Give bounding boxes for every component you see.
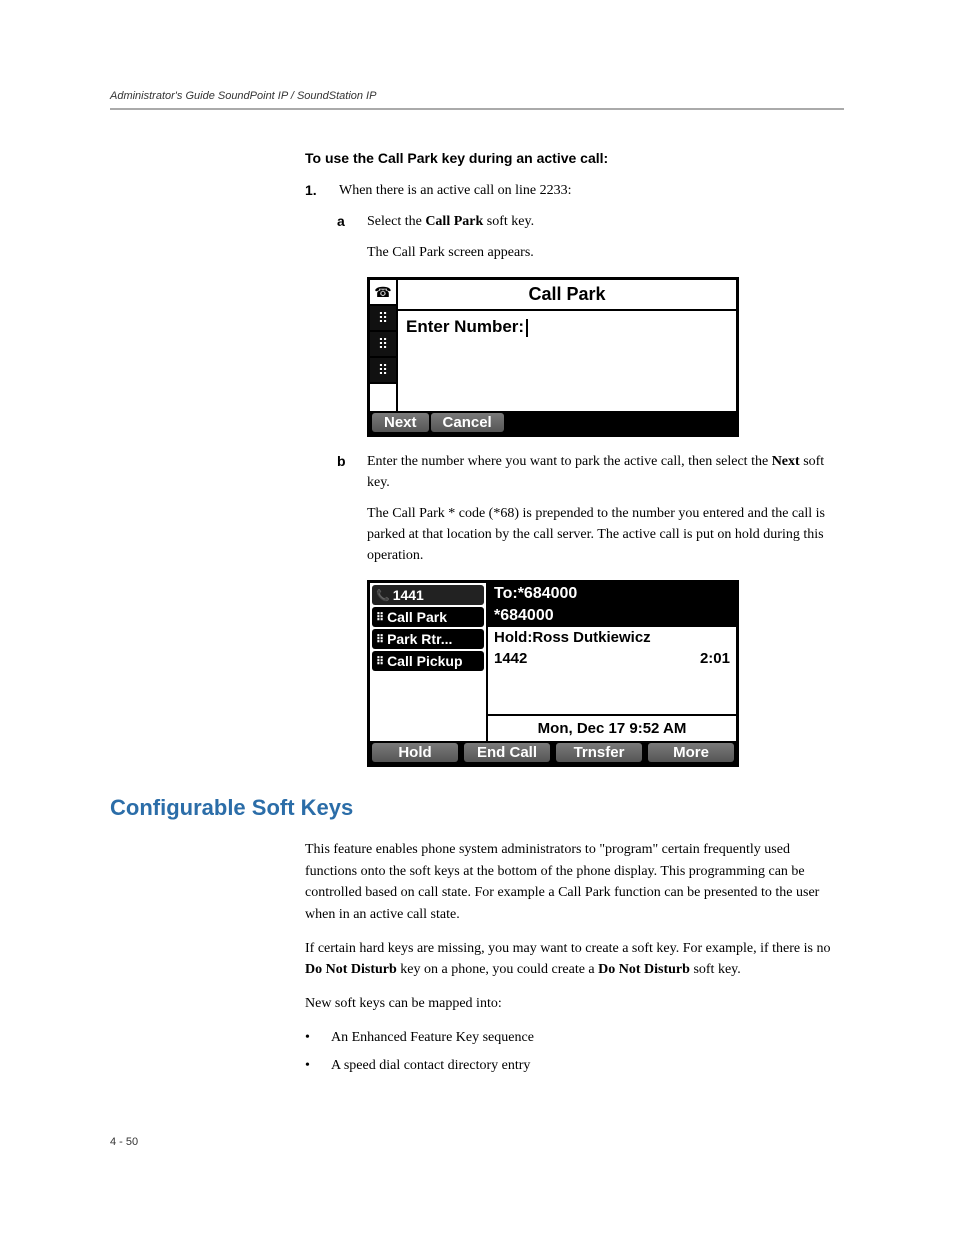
handset-icon: 📞	[376, 589, 390, 602]
key-icon: ⠿	[370, 332, 396, 358]
phone-line-sidebar: ☎ ⠿ ⠿ ⠿	[370, 280, 398, 411]
softkey-bar: Hold End Call Trnsfer More	[370, 741, 736, 764]
grid-icon: ⠿	[376, 655, 384, 668]
substep-a-followup: The Call Park screen appears.	[367, 242, 844, 263]
softkey-more[interactable]: More	[648, 743, 734, 762]
procedure-heading: To use the Call Park key during an activ…	[305, 150, 844, 166]
softkey-hold[interactable]: Hold	[372, 743, 458, 762]
call-to-line: To:*684000	[488, 583, 736, 605]
screen-title: Call Park	[398, 280, 736, 311]
paragraph: This feature enables phone system admini…	[305, 839, 844, 926]
paragraph: New soft keys can be mapped into:	[305, 993, 844, 1015]
substep-marker: b	[337, 451, 351, 493]
section-heading-configurable-soft-keys: Configurable Soft Keys	[110, 795, 844, 821]
text-cursor	[526, 319, 528, 337]
substep-body: Enter the number where you want to park …	[367, 451, 844, 493]
line-icon: ☎	[370, 280, 396, 306]
sidebar-filler	[370, 384, 396, 411]
bullet-item: • An Enhanced Feature Key sequence	[305, 1027, 844, 1049]
substep-marker: a	[337, 211, 351, 232]
extension: 1442	[494, 650, 527, 667]
feature-key-sidebar: 📞1441 ⠿Call Park ⠿Park Rtr... ⠿Call Pick…	[370, 583, 488, 741]
line-key-1441[interactable]: 📞1441	[372, 585, 484, 605]
datetime: Mon, Dec 17 9:52 AM	[488, 716, 736, 741]
step-marker: 1.	[305, 180, 323, 201]
softkey-next[interactable]: Next	[372, 413, 429, 432]
ext-duration-row: 1442 2:01	[488, 648, 736, 669]
phone-screen-active-call: 📞1441 ⠿Call Park ⠿Park Rtr... ⠿Call Pick…	[367, 580, 739, 767]
grid-icon: ⠿	[376, 633, 384, 646]
softkey-cancel[interactable]: Cancel	[431, 413, 504, 432]
softkey-bar: Next Cancel	[370, 411, 736, 434]
bullet-icon: •	[305, 1027, 315, 1049]
duration: 2:01	[700, 650, 730, 667]
bullet-icon: •	[305, 1055, 315, 1077]
hold-name: Hold:Ross Dutkiewicz	[488, 627, 736, 648]
prompt-label: Enter Number:	[406, 317, 524, 336]
call-number-line: *684000	[488, 605, 736, 627]
page-header: Administrator's Guide SoundPoint IP / So…	[110, 90, 844, 110]
phone-screen-call-park: ☎ ⠿ ⠿ ⠿ Call Park Enter Number: Next Can…	[367, 277, 739, 437]
softkey-park-rtr[interactable]: ⠿Park Rtr...	[372, 629, 484, 649]
softkey-call-pickup[interactable]: ⠿Call Pickup	[372, 651, 484, 671]
substep-b: b Enter the number where you want to par…	[337, 451, 844, 493]
softkey-end-call[interactable]: End Call	[464, 743, 550, 762]
key-icon: ⠿	[370, 306, 396, 332]
softkey-call-park[interactable]: ⠿Call Park	[372, 607, 484, 627]
step-text: When there is an active call on line 223…	[339, 180, 571, 201]
paragraph: If certain hard keys are missing, you ma…	[305, 938, 844, 981]
page-number: 4 - 50	[110, 1136, 844, 1148]
key-icon: ⠿	[370, 358, 396, 384]
substep-b-followup: The Call Park * code (*68) is prepended …	[367, 503, 844, 566]
bullet-text: A speed dial contact directory entry	[331, 1055, 530, 1077]
screen-body: Enter Number:	[398, 311, 736, 411]
step-1: 1. When there is an active call on line …	[305, 180, 844, 201]
substep-a: a Select the Call Park soft key.	[337, 211, 844, 232]
substep-body: Select the Call Park soft key.	[367, 211, 844, 232]
bullet-item: • A speed dial contact directory entry	[305, 1055, 844, 1077]
grid-icon: ⠿	[376, 611, 384, 624]
bullet-text: An Enhanced Feature Key sequence	[331, 1027, 534, 1049]
softkey-trnsfer[interactable]: Trnsfer	[556, 743, 642, 762]
